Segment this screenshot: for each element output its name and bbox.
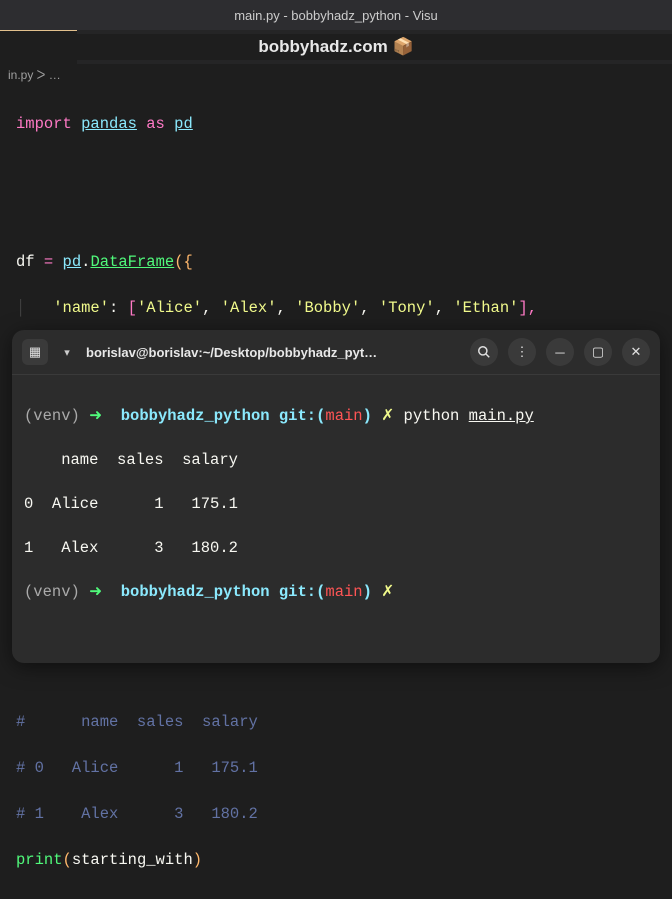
terminal-header: ▦ ▾ borislav@borislav:~/Desktop/bobbyhad… <box>12 330 660 375</box>
code-line: # 1 Alex 3 180.2 <box>16 803 656 826</box>
terminal-window: ▦ ▾ borislav@borislav:~/Desktop/bobbyhad… <box>12 330 660 663</box>
terminal-line: 1 Alex 3 180.2 <box>24 537 648 559</box>
tab-main-py[interactable]: n.py M ✕ <box>0 30 77 64</box>
code-line: # name sales salary <box>16 711 656 734</box>
code-line: │ 'name': ['Alice', 'Alex', 'Bobby', 'To… <box>16 297 656 320</box>
search-icon[interactable] <box>470 338 498 366</box>
terminal-line: (venv) ➜ bobbyhadz_python git:(main) ✗ p… <box>24 405 648 427</box>
code-line: import pandas as pd <box>16 113 656 136</box>
terminal-line: name sales salary <box>24 449 648 471</box>
terminal-body[interactable]: (venv) ➜ bobbyhadz_python git:(main) ✗ p… <box>12 375 660 663</box>
dropdown-icon[interactable]: ▾ <box>58 339 76 365</box>
tab-bar: n.py M ✕ bobbyhadz.com 📦 <box>0 30 672 64</box>
tab-modified-indicator: M <box>39 40 50 55</box>
terminal-title: borislav@borislav:~/Desktop/bobbyhadz_py… <box>86 345 460 360</box>
menu-icon[interactable]: ⋮ <box>508 338 536 366</box>
breadcrumb[interactable]: in.py ᐳ … <box>0 64 672 86</box>
watermark: bobbyhadz.com 📦 <box>0 34 672 60</box>
code-line <box>16 205 656 228</box>
new-tab-button[interactable]: ▦ <box>22 339 48 365</box>
minimize-icon[interactable]: － <box>546 338 574 366</box>
maximize-icon[interactable]: ▢ <box>584 338 612 366</box>
code-line <box>16 159 656 182</box>
tab-filename: n.py <box>6 40 31 55</box>
close-icon[interactable]: ✕ <box>622 338 650 366</box>
code-line <box>16 665 656 688</box>
window-titlebar: main.py - bobbyhadz_python - Visu <box>0 0 672 30</box>
code-line: print(starting_with) <box>16 849 656 872</box>
code-line: df = pd.DataFrame({ <box>16 251 656 274</box>
code-line: # 0 Alice 1 175.1 <box>16 757 656 780</box>
terminal-line: (venv) ➜ bobbyhadz_python git:(main) ✗ <box>24 581 648 603</box>
close-icon[interactable]: ✕ <box>57 39 69 56</box>
terminal-line: 0 Alice 1 175.1 <box>24 493 648 515</box>
window-title: main.py - bobbyhadz_python - Visu <box>234 8 438 23</box>
